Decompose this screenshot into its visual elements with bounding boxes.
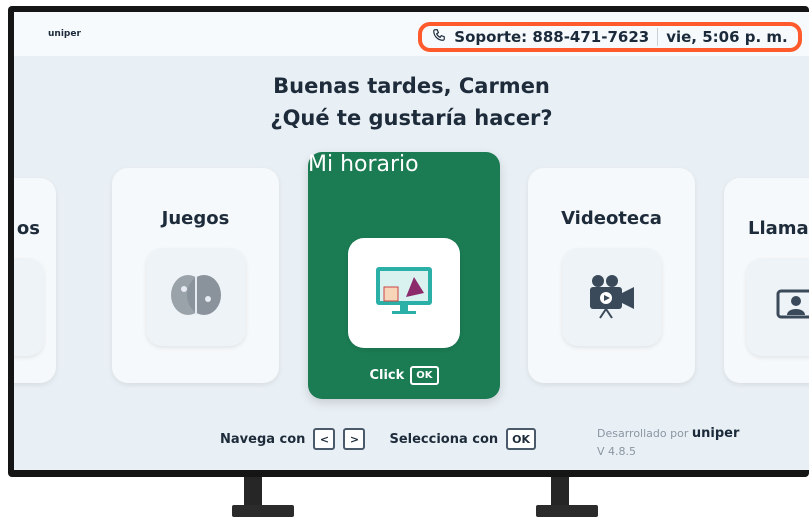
top-bar: uniper Soporte: 888-471-7623 vie, 5:06 p… xyxy=(14,12,809,56)
select-label: Selecciona con xyxy=(389,431,499,447)
click-label: Click xyxy=(369,368,405,383)
video-camera-icon xyxy=(584,271,640,323)
video-icon-box xyxy=(562,248,662,346)
card-schedule[interactable]: Mi horario Click OK xyxy=(308,152,500,399)
navigate-label: Navega con xyxy=(220,431,306,447)
navigation-hint: Navega con < > Selecciona con OK xyxy=(220,428,537,450)
date-time: vie, 5:06 p. m. xyxy=(666,28,788,46)
card-left-label: os xyxy=(16,218,40,239)
card-schedule-label: Mi horario xyxy=(308,152,419,177)
tv-foot-left xyxy=(232,505,294,517)
tv-screen: uniper Soporte: 888-471-7623 vie, 5:06 p… xyxy=(14,12,809,470)
phone-icon xyxy=(432,28,446,46)
greeting-question: ¿Qué te gustaría hacer? xyxy=(270,106,553,130)
greeting-title: Buenas tardes, Carmen xyxy=(273,74,550,98)
monitor-exercise-icon xyxy=(372,263,436,323)
click-ok-hint: Click OK xyxy=(308,366,500,385)
left-arrow-key: < xyxy=(313,428,336,450)
schedule-icon-box xyxy=(348,238,460,348)
card-video[interactable]: Videoteca xyxy=(528,168,695,383)
brain-icon xyxy=(167,270,225,324)
video-call-icon xyxy=(774,285,809,329)
card-calls-label: Llama xyxy=(748,218,809,239)
games-icon-box xyxy=(146,248,246,346)
app-version: V 4.8.5 xyxy=(597,445,637,458)
left-card-icon-box xyxy=(14,258,44,356)
card-calls[interactable]: Llama xyxy=(724,178,809,383)
card-left-partial[interactable]: os xyxy=(14,178,56,383)
photo-frame-icon xyxy=(14,283,16,331)
divider xyxy=(657,28,659,46)
uniper-logo: uniper xyxy=(48,29,81,39)
tv-foot-right xyxy=(536,505,598,517)
right-arrow-key: > xyxy=(343,428,366,450)
ok-indicator: OK xyxy=(410,366,439,385)
support-time-highlight: Soporte: 888-471-7623 vie, 5:06 p. m. xyxy=(418,22,802,52)
ok-key: OK xyxy=(506,428,537,450)
calls-icon-box xyxy=(746,258,809,356)
card-games-label: Juegos xyxy=(161,208,230,229)
card-video-label: Videoteca xyxy=(561,208,662,229)
uniper-footer-logo: uniper xyxy=(691,426,740,441)
developed-by: Desarrollado por uniper xyxy=(597,426,740,441)
card-games[interactable]: Juegos xyxy=(112,168,279,383)
support-number: Soporte: 888-471-7623 xyxy=(454,28,650,46)
